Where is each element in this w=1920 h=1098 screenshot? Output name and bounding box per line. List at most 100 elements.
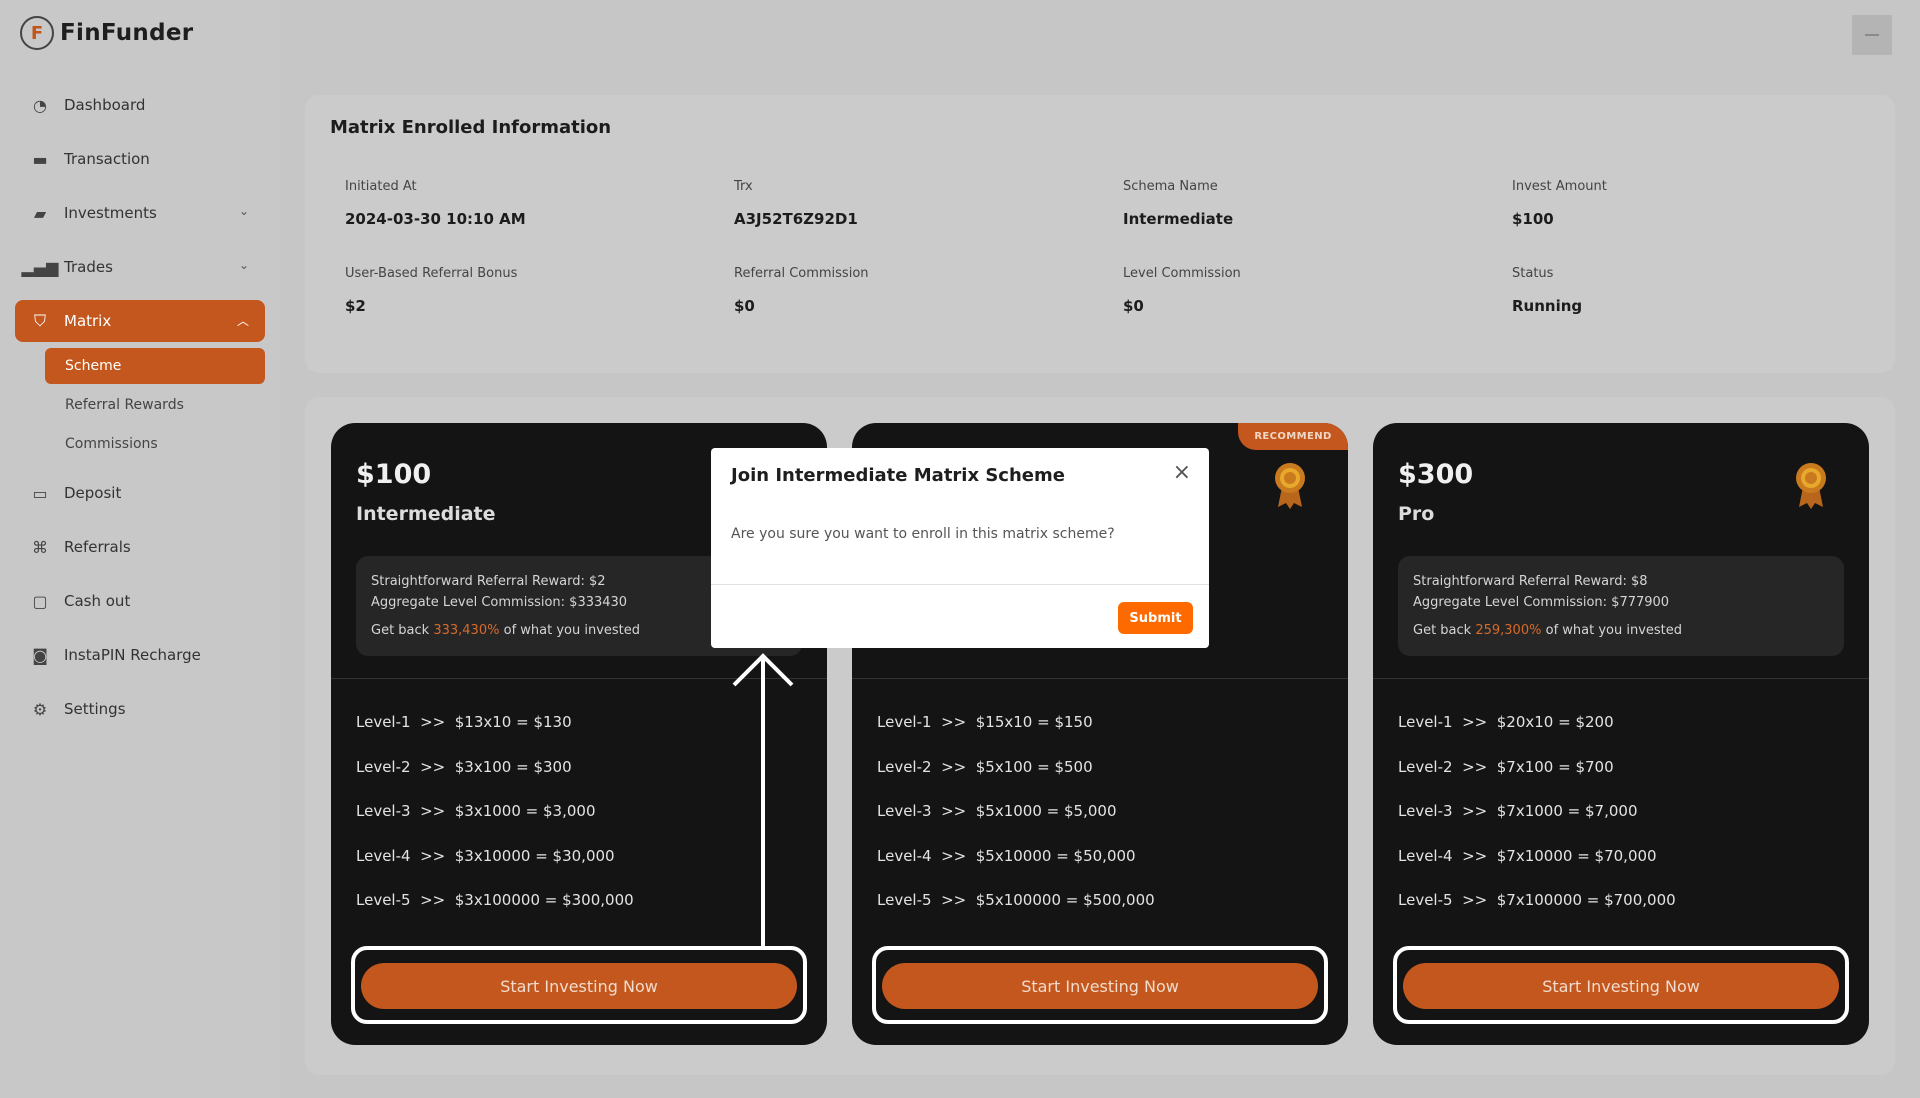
matrix-subnav: Scheme Referral Rewards Commissions [45, 348, 265, 462]
level-row: Level-2 >> $5x100 = $500 [877, 757, 1093, 776]
level-row: Level-5 >> $7x100000 = $700,000 [1398, 891, 1676, 909]
getback-percent: 333,430% [433, 623, 500, 638]
sidebar-item-label: Investments [64, 204, 157, 222]
getback-prefix: Get back [371, 623, 430, 638]
chevron-down-icon: ⌄ [238, 204, 249, 218]
level-row: Level-3 >> $3x1000 = $3,000 [356, 802, 596, 820]
plan-price: $300 [1398, 459, 1474, 490]
info-card-title: Matrix Enrolled Information [330, 117, 612, 138]
enroll-confirm-modal: Join Intermediate Matrix Scheme × Are yo… [711, 448, 1209, 648]
info-value: $2 [345, 297, 366, 315]
info-label: Initiated At [345, 179, 417, 194]
medal-icon [1275, 463, 1305, 509]
info-value: $100 [1512, 210, 1554, 228]
chevron-down-icon: ⌄ [238, 258, 249, 272]
plan-getback: Get back 259,300% of what you invested [1413, 620, 1829, 641]
level-row: Level-1 >> $15x10 = $150 [877, 713, 1093, 731]
info-field: Initiated At 2024-03-30 10:10 AM [345, 179, 734, 228]
plan-name: Pro [1398, 503, 1435, 525]
level-row: Level-1 >> $13x10 = $130 [356, 713, 572, 731]
sidebar-item-label: Matrix [64, 312, 112, 330]
plan-price: $100 [356, 459, 432, 490]
start-investing-button[interactable]: Start Investing Now [361, 963, 797, 1009]
medal-icon [1796, 463, 1826, 509]
sidebar-subitem-commissions[interactable]: Commissions [45, 426, 265, 462]
plan-levels: Level-1 >> $13x10 = $130 Level-2 >> $3x1… [356, 713, 634, 936]
level-row: Level-3 >> $5x1000 = $5,000 [877, 802, 1117, 820]
start-investing-button[interactable]: Start Investing Now [882, 963, 1318, 1009]
sidebar-item-label: Transaction [64, 150, 150, 168]
sidebar-item-label: Deposit [64, 484, 122, 502]
sidebar-item-instapin-recharge[interactable]: ◙ InstaPIN Recharge [15, 634, 265, 676]
chevron-up-icon: ︿ [236, 314, 249, 328]
logo-icon: F [20, 16, 54, 50]
plan-levels: Level-1 >> $15x10 = $150 Level-2 >> $5x1… [877, 713, 1155, 936]
getback-percent: 259,300% [1475, 623, 1542, 638]
plan-levels: Level-1 >> $20x10 = $200 Level-2 >> $7x1… [1398, 713, 1676, 936]
sidebar-item-transaction[interactable]: ▬ Transaction [15, 138, 265, 180]
info-value: Running [1512, 297, 1583, 315]
info-field: User-Based Referral Bonus $2 [345, 266, 734, 315]
app-name: FinFunder [60, 20, 194, 46]
getback-suffix: of what you invested [1545, 623, 1683, 638]
sidebar: F FinFunder ◔ Dashboard ▬ Transaction ▰ … [0, 0, 280, 1098]
divider [1373, 678, 1869, 679]
sidebar-item-cash-out[interactable]: ▢ Cash out [15, 580, 265, 622]
level-row: Level-2 >> $7x100 = $700 [1398, 757, 1614, 776]
annotation-arrow [732, 653, 794, 950]
sidebar-item-deposit[interactable]: ▭ Deposit [15, 472, 265, 514]
sidebar-item-matrix[interactable]: ⛉ Matrix ︿ [15, 300, 265, 342]
info-label: Level Commission [1123, 266, 1241, 281]
recommend-badge: RECOMMEND [1238, 423, 1348, 450]
sidebar-item-referrals[interactable]: ⌘ Referrals [15, 526, 265, 568]
info-field: Trx A3J52T6Z92D1 [734, 179, 1123, 228]
wallet-icon: ▰ [33, 203, 47, 223]
plan-name: Intermediate [356, 503, 496, 525]
start-investing-button[interactable]: Start Investing Now [1403, 963, 1839, 1009]
info-value: $0 [1123, 297, 1144, 315]
info-field: Referral Commission $0 [734, 266, 1123, 315]
info-grid: Initiated At 2024-03-30 10:10 AM Trx A3J52… [345, 179, 1901, 315]
sidebar-nav: ◔ Dashboard ▬ Transaction ▰ Investments … [15, 84, 265, 742]
level-row: Level-5 >> $3x100000 = $300,000 [356, 891, 634, 909]
info-field: Level Commission $0 [1123, 266, 1512, 315]
submit-button[interactable]: Submit [1118, 602, 1193, 634]
menu-toggle-button[interactable] [1852, 15, 1892, 55]
getback-prefix: Get back [1413, 623, 1472, 638]
sidebar-item-trades[interactable]: ▂▄▆ Trades ⌄ [15, 246, 265, 288]
info-label: Trx [734, 179, 753, 194]
plan-aggregate-commission: Aggregate Level Commission: $777900 [1413, 595, 1670, 610]
level-row: Level-3 >> $7x1000 = $7,000 [1398, 802, 1638, 820]
shield-icon: ⛉ [33, 311, 46, 330]
info-label: Status [1512, 266, 1554, 281]
calendar-icon: ▢ [32, 591, 48, 611]
sidebar-item-label: Settings [64, 700, 126, 718]
plan-referral-reward: Straightforward Referral Reward: $8 [1413, 574, 1648, 589]
close-icon[interactable]: × [1173, 462, 1191, 484]
info-label: Schema Name [1123, 179, 1218, 194]
sidebar-item-investments[interactable]: ▰ Investments ⌄ [15, 192, 265, 234]
info-value: 2024-03-30 10:10 AM [345, 210, 526, 228]
modal-divider [711, 584, 1209, 585]
sidebar-item-dashboard[interactable]: ◔ Dashboard [15, 84, 265, 126]
info-value: Intermediate [1123, 210, 1234, 228]
level-row: Level-1 >> $20x10 = $200 [1398, 713, 1614, 731]
sidebar-item-settings[interactable]: ⚙ Settings [15, 688, 265, 730]
getback-suffix: of what you invested [503, 623, 641, 638]
sidebar-item-label: Trades [64, 258, 113, 276]
info-label: User-Based Referral Bonus [345, 266, 518, 281]
info-field: Schema Name Intermediate [1123, 179, 1512, 228]
sidebar-item-label: Dashboard [64, 96, 146, 114]
info-label: Invest Amount [1512, 179, 1607, 194]
divider [852, 678, 1348, 679]
app-logo[interactable]: F FinFunder [20, 16, 193, 50]
pin-card-icon: ◙ [32, 645, 48, 665]
sidebar-subitem-scheme[interactable]: Scheme [45, 348, 265, 384]
level-row: Level-4 >> $3x10000 = $30,000 [356, 846, 615, 865]
sidebar-item-label: Cash out [64, 592, 131, 610]
info-field: Invest Amount $100 [1512, 179, 1901, 228]
sidebar-subitem-referral-rewards[interactable]: Referral Rewards [45, 387, 265, 423]
info-value: A3J52T6Z92D1 [734, 210, 858, 228]
bar-chart-icon: ▂▄▆ [21, 257, 59, 277]
matrix-enrolled-info-card: Matrix Enrolled Information Initiated At… [305, 95, 1895, 373]
